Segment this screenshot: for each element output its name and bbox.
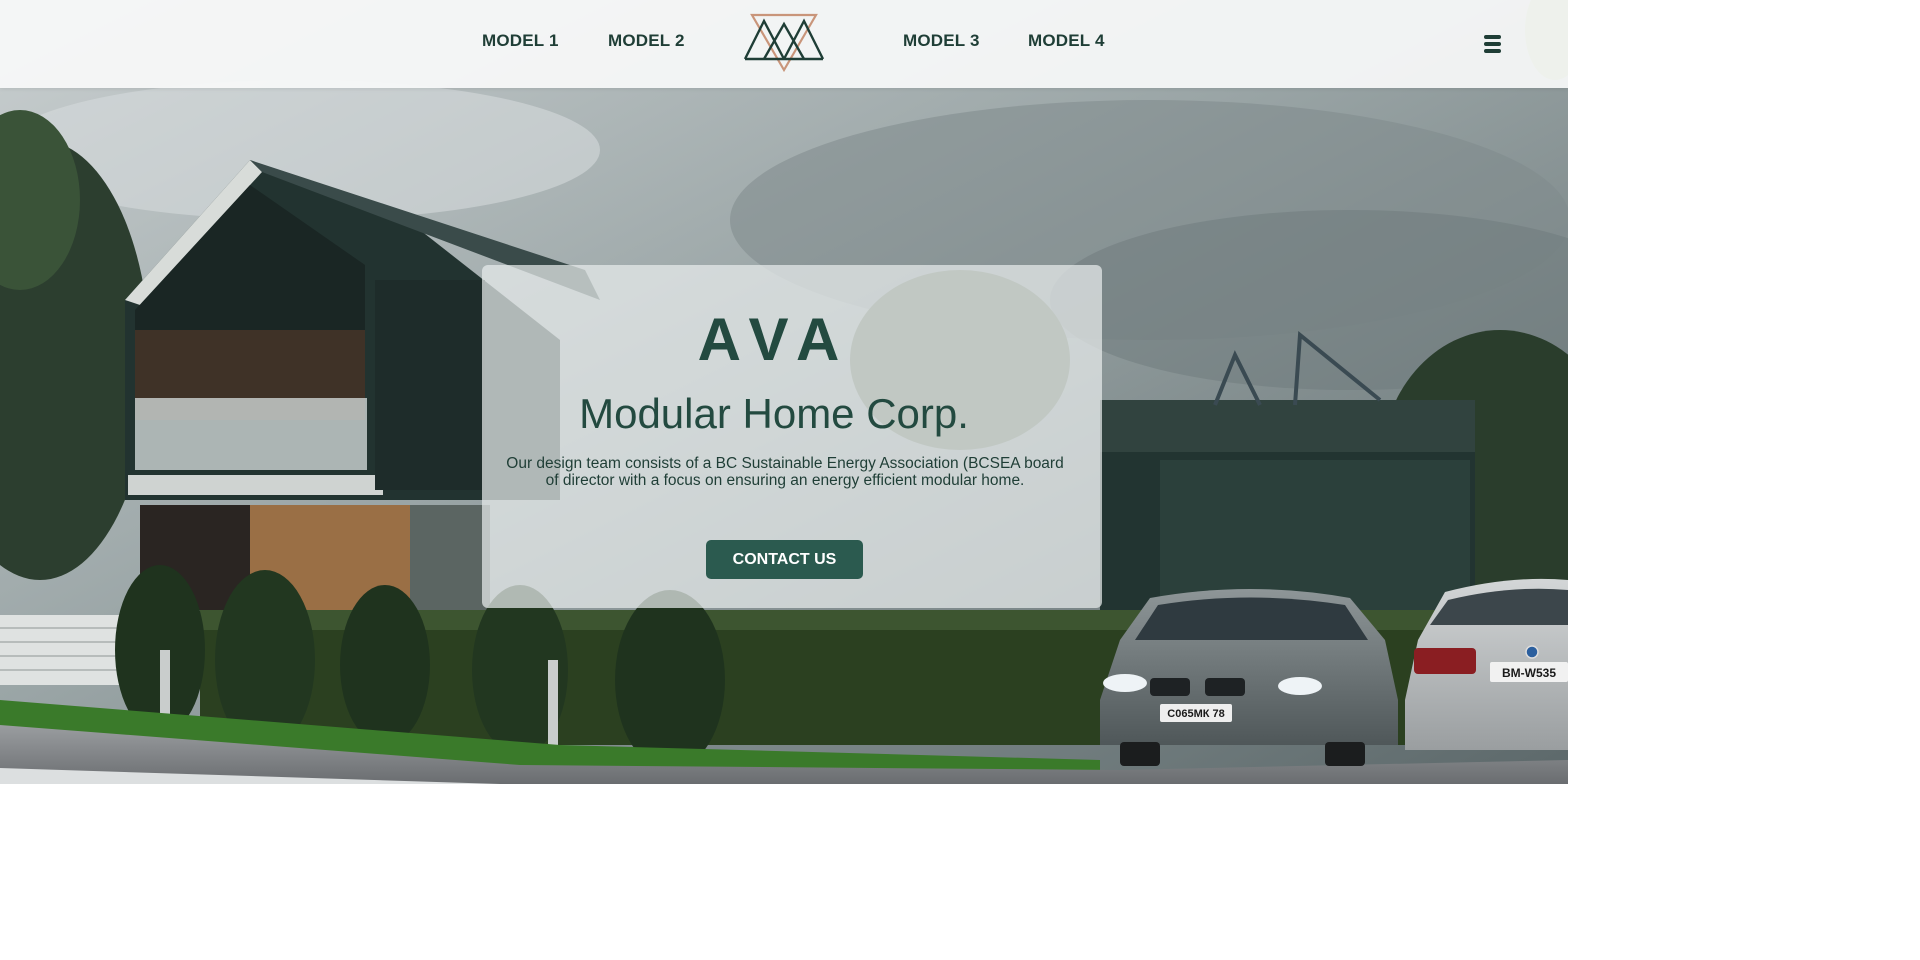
hamburger-menu-icon[interactable] [1478,30,1508,58]
svg-text:BM-W535: BM-W535 [1502,666,1556,680]
svg-text:С065МК 78: С065МК 78 [1167,708,1224,720]
menu-bar-top [1484,35,1501,39]
menu-bar-middle [1484,42,1501,46]
ava-triangle-logo-icon[interactable] [742,12,826,74]
nav-link-model-3[interactable]: MODEL 3 [903,31,980,51]
hero-description: Our design team consists of a BC Sustain… [506,455,1064,489]
brand-tagline: Modular Home Corp. [579,390,969,437]
nav-link-model-1[interactable]: MODEL 1 [482,31,559,51]
contact-us-button[interactable]: CONTACT US [706,540,863,579]
brand-title: AVA [697,306,852,373]
nav-link-model-4[interactable]: MODEL 4 [1028,31,1105,51]
site-header: MODEL 1 MODEL 2 MODEL 3 MODEL 4 [0,0,1568,88]
page: С065МК 78 BM-W535 MODEL 1 MODEL 2 MODEL … [0,0,1568,784]
nav-link-model-2[interactable]: MODEL 2 [608,31,685,51]
menu-bar-bottom [1484,49,1501,53]
